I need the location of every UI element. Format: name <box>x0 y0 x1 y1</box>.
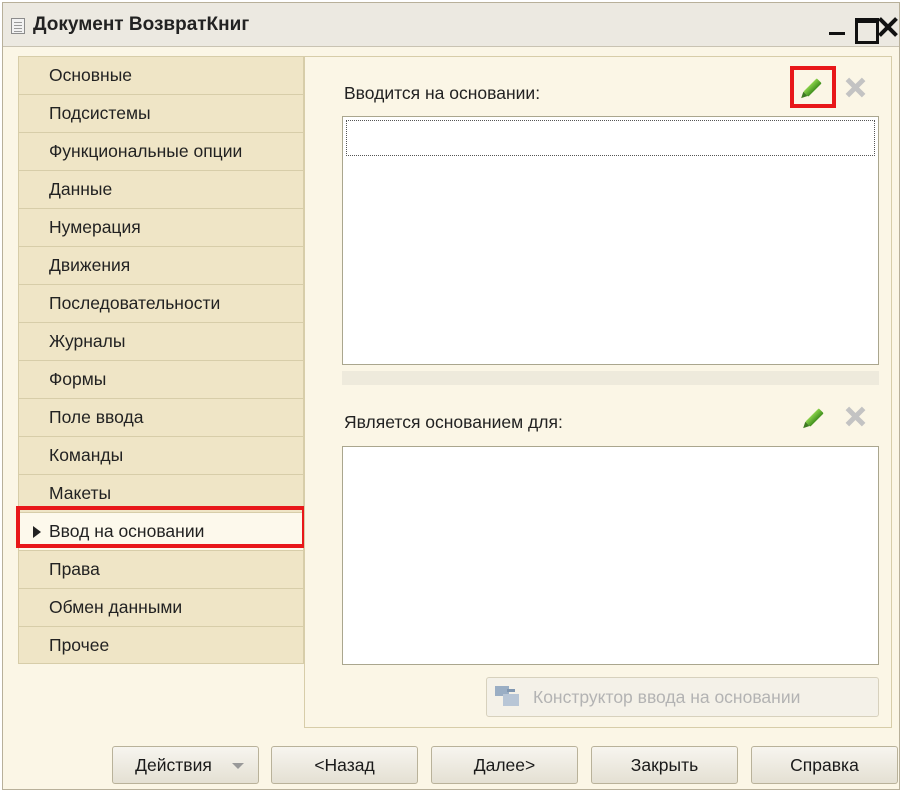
tab-label: Обмен данными <box>49 597 183 617</box>
tab-label: Права <box>49 559 100 579</box>
constructor-button[interactable]: Конструктор ввода на основании <box>486 677 879 717</box>
basis-for-edit-button[interactable] <box>799 402 829 432</box>
tab-data-exchange[interactable]: Обмен данными <box>18 588 304 626</box>
next-button[interactable]: Далее> <box>431 746 578 784</box>
based-on-label: Вводится на основании: <box>344 83 541 103</box>
section-tabs: Основные Подсистемы Функциональные опции… <box>18 56 304 664</box>
active-arrow-icon <box>33 526 41 538</box>
tab-sequences[interactable]: Последовательности <box>18 284 304 322</box>
tab-label: Подсистемы <box>49 103 151 123</box>
tab-input-field[interactable]: Поле ввода <box>18 398 304 436</box>
tab-basic[interactable]: Основные <box>18 56 304 94</box>
pencil-icon <box>805 408 824 427</box>
tab-label: Движения <box>49 255 131 275</box>
basis-for-label: Является основанием для: <box>344 412 563 432</box>
tab-label: Нумерация <box>49 217 141 237</box>
tab-rights[interactable]: Права <box>18 550 304 588</box>
splitter[interactable] <box>342 371 879 385</box>
tab-label: Формы <box>49 369 107 389</box>
document-icon <box>11 18 25 34</box>
tab-label: Ввод на основании <box>49 521 205 541</box>
tab-movements[interactable]: Движения <box>18 246 304 284</box>
actions-button[interactable]: Действия <box>112 746 259 784</box>
tab-numbering[interactable]: Нумерация <box>18 208 304 246</box>
based-on-list[interactable] <box>342 116 879 365</box>
next-button-label: Далее> <box>473 755 536 775</box>
window-title: Документ ВозвратКниг <box>33 14 250 35</box>
tab-label: Основные <box>49 65 133 85</box>
help-button-label: Справка <box>790 755 859 775</box>
based-on-edit-button[interactable] <box>797 72 827 102</box>
close-icon[interactable] <box>873 9 900 41</box>
based-on-clear-button[interactable] <box>840 73 870 103</box>
tab-label: Журналы <box>49 331 126 351</box>
basis-for-list[interactable] <box>342 446 879 665</box>
close-button[interactable]: Закрыть <box>591 746 738 784</box>
tab-forms[interactable]: Формы <box>18 360 304 398</box>
close-button-label: Закрыть <box>630 755 699 775</box>
help-button[interactable]: Справка <box>751 746 898 784</box>
tab-label: Функциональные опции <box>49 141 243 161</box>
tab-label: Поле ввода <box>49 407 144 427</box>
tab-label: Команды <box>49 445 124 465</box>
tab-journals[interactable]: Журналы <box>18 322 304 360</box>
tab-label: Последовательности <box>49 293 221 313</box>
tab-input-on-basis[interactable]: Ввод на основании <box>18 512 304 550</box>
pencil-icon <box>803 78 822 97</box>
list-row[interactable] <box>346 120 875 156</box>
title-bar[interactable]: Документ ВозвратКниг <box>3 3 899 47</box>
tab-other[interactable]: Прочее <box>18 626 304 664</box>
actions-button-label: Действия <box>135 755 212 775</box>
tab-label: Данные <box>49 179 113 199</box>
back-button[interactable]: <Назад <box>271 746 418 784</box>
tab-label: Макеты <box>49 483 112 503</box>
tab-functional-options[interactable]: Функциональные опции <box>18 132 304 170</box>
constructor-button-label: Конструктор ввода на основании <box>533 687 801 707</box>
minimize-icon[interactable] <box>821 9 851 41</box>
chevron-down-icon <box>232 763 244 769</box>
back-button-label: <Назад <box>314 755 375 775</box>
tab-commands[interactable]: Команды <box>18 436 304 474</box>
tab-label: Прочее <box>49 635 110 655</box>
clear-icon <box>845 406 865 426</box>
tab-subsystems[interactable]: Подсистемы <box>18 94 304 132</box>
basis-for-clear-button[interactable] <box>840 402 870 432</box>
clear-icon <box>845 77 865 97</box>
tab-templates[interactable]: Макеты <box>18 474 304 512</box>
constructor-icon <box>495 686 521 708</box>
tab-data[interactable]: Данные <box>18 170 304 208</box>
